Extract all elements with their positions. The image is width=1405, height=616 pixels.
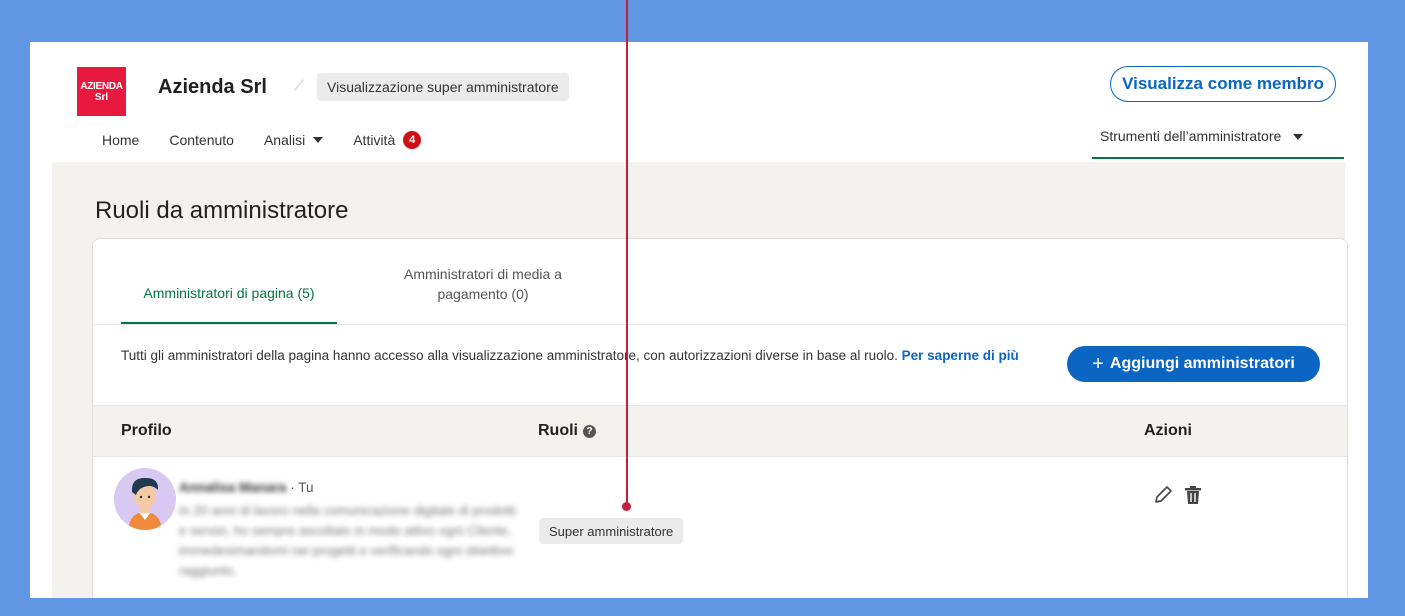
notification-badge: 4 — [403, 131, 422, 149]
role-badge: Super amministratore — [539, 518, 684, 544]
nav-item-activity[interactable]: Attività 4 — [353, 131, 422, 149]
admin-description: In 20 anni di lavoro nella comunicazione… — [179, 503, 516, 578]
view-as-member-button[interactable]: Visualizza come membro — [1110, 66, 1336, 102]
info-text: Tutti gli amministratori della pagina ha… — [121, 348, 1019, 363]
nav-item-content[interactable]: Contenuto — [169, 132, 234, 148]
avatar[interactable] — [114, 468, 176, 530]
app-window: AZIENDA Srl Azienda Srl Visualizzazione … — [30, 42, 1368, 598]
caret-down-icon — [1293, 134, 1304, 140]
admin-tools-dropdown[interactable]: Strumenti dell’amministratore — [1092, 128, 1344, 159]
view-mode-badge: Visualizzazione super amministratore — [317, 73, 569, 101]
page-title: Ruoli da amministratore — [95, 197, 349, 224]
trash-icon[interactable] — [1182, 484, 1204, 506]
admin-name-row: Annalisa Manara · Tu — [179, 480, 314, 495]
company-name[interactable]: Azienda Srl — [158, 76, 267, 99]
you-label: · Tu — [290, 480, 314, 495]
column-header-roles: Ruoli ? — [538, 422, 596, 440]
admin-name[interactable]: Annalisa Manara — [179, 480, 286, 495]
annotation-pointer-line — [626, 0, 628, 505]
caret-down-icon — [313, 137, 324, 143]
column-header-profile: Profilo — [121, 422, 172, 439]
tab-page-admins[interactable]: Amministratori di pagina (5) — [121, 285, 337, 301]
main-content: Ruoli da amministratore Amministratori d… — [52, 162, 1348, 598]
annotation-pointer-dot — [622, 502, 631, 511]
tab-divider — [93, 324, 1347, 325]
admin-roles-card: Amministratori di pagina (5) Amministrat… — [92, 238, 1348, 598]
divider — [293, 78, 305, 92]
help-icon[interactable]: ? — [583, 424, 596, 438]
column-header-actions: Azioni — [1144, 422, 1192, 439]
nav-item-home[interactable]: Home — [102, 132, 139, 148]
tab-paid-media-admins[interactable]: Amministratori di media a pagamento (0) — [383, 264, 583, 304]
edit-icon[interactable] — [1152, 484, 1174, 506]
table-header: Profilo Ruoli ? Azioni — [93, 405, 1347, 457]
add-admins-button[interactable]: + Aggiungi amministratori — [1067, 346, 1320, 382]
company-logo[interactable]: AZIENDA Srl — [77, 67, 126, 116]
learn-more-link[interactable]: Per saperne di più — [902, 348, 1019, 363]
plus-icon: + — [1092, 352, 1104, 375]
nav-item-analytics[interactable]: Analisi — [264, 132, 324, 148]
top-bar: AZIENDA Srl Azienda Srl Visualizzazione … — [30, 42, 1368, 162]
main-nav: Home Contenuto Analisi Attività 4 — [102, 131, 451, 149]
